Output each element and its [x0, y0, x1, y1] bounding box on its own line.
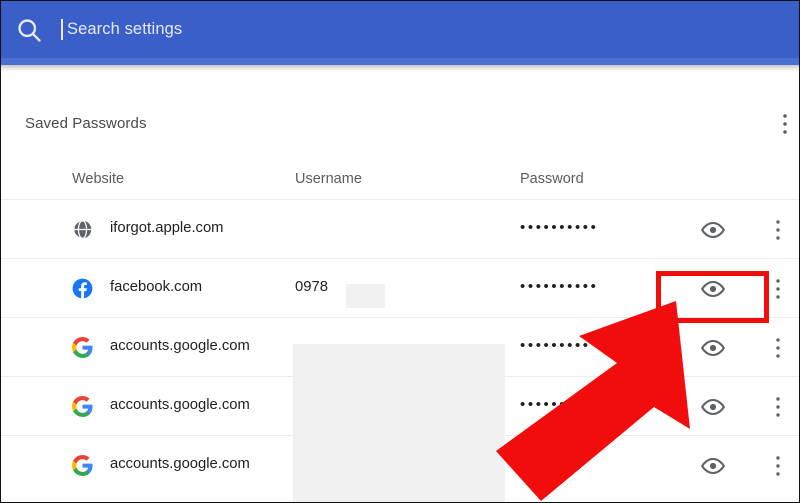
globe-icon: [72, 219, 93, 240]
row-overflow-menu-icon[interactable]: [771, 337, 785, 359]
search-bar[interactable]: Search settings: [1, 1, 799, 58]
row-website: facebook.com: [110, 279, 203, 295]
section-overflow-menu-icon[interactable]: [775, 111, 795, 137]
page-title: Saved Passwords: [25, 115, 147, 132]
column-header-username: Username: [295, 171, 362, 187]
header-shadow: [1, 65, 799, 71]
facebook-icon: [72, 278, 93, 299]
annotation-arrow-icon: [496, 301, 690, 501]
row-overflow-menu-icon[interactable]: [771, 219, 785, 241]
row-overflow-menu-icon[interactable]: [771, 278, 785, 300]
redaction-block-google-usernames: [293, 344, 505, 502]
row-overflow-menu-icon[interactable]: [771, 396, 785, 418]
search-input[interactable]: Search settings: [67, 20, 182, 39]
show-password-eye-button[interactable]: [701, 221, 725, 239]
google-icon: [71, 337, 93, 358]
row-website: accounts.google.com: [110, 397, 250, 413]
redaction-block-facebook-username: [346, 284, 385, 308]
column-header-website: Website: [72, 171, 125, 187]
row-website: accounts.google.com: [110, 338, 250, 354]
settings-passwords-page: Search settings Saved Passwords Website …: [0, 0, 800, 503]
google-icon: [71, 455, 93, 476]
google-icon: [71, 396, 93, 417]
row-website: accounts.google.com: [110, 456, 250, 472]
table-row[interactable]: iforgot.apple.com ••••••••••: [1, 199, 799, 258]
row-username: 0978: [295, 279, 328, 295]
column-header-password: Password: [520, 171, 584, 187]
search-text-caret: [61, 19, 63, 40]
table-header-row: Website Username Password: [1, 157, 799, 199]
row-password-masked: ••••••••••: [520, 278, 599, 295]
search-icon: [15, 16, 43, 44]
search-bar-underline: [1, 58, 799, 65]
row-website: iforgot.apple.com: [110, 220, 224, 236]
row-overflow-menu-icon[interactable]: [771, 455, 785, 477]
row-password-masked: ••••••••••: [520, 219, 599, 236]
